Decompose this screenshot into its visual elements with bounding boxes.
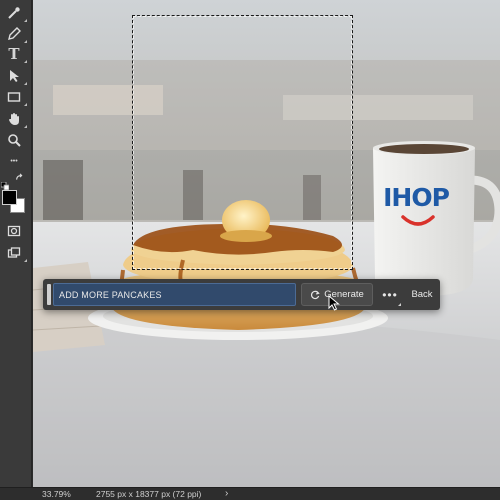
status-info-arrow-icon[interactable]: › bbox=[225, 488, 228, 499]
pen-icon[interactable] bbox=[5, 25, 27, 43]
type-icon[interactable]: T bbox=[5, 45, 27, 63]
status-bar: 33.79% 2755 px x 18377 px (72 ppi) › bbox=[0, 487, 500, 500]
magic-wand-icon[interactable] bbox=[5, 4, 27, 22]
swap-colors-icon[interactable] bbox=[14, 172, 26, 184]
more-options-icon: ••• bbox=[382, 287, 398, 302]
default-colors-icon[interactable] bbox=[0, 177, 10, 191]
rectangle-icon[interactable] bbox=[5, 88, 27, 106]
more-options-caret-icon bbox=[398, 303, 401, 306]
selection-marquee[interactable] bbox=[132, 15, 353, 270]
task-bar-drag-handle[interactable] bbox=[47, 284, 51, 305]
back-button-label: Back bbox=[411, 289, 433, 300]
generate-refresh-icon bbox=[311, 290, 320, 299]
move-arrow-icon[interactable] bbox=[5, 67, 27, 85]
more-tools-icon[interactable]: ••• bbox=[5, 152, 23, 170]
tools-panel: T ••• bbox=[0, 0, 32, 487]
more-tools-glyph: ••• bbox=[10, 157, 18, 165]
mouse-cursor-icon bbox=[328, 295, 340, 311]
photoshop-window: IHOP T ••• ADD MORE PANCAKES Generate ••… bbox=[0, 0, 500, 500]
quick-mask-icon[interactable] bbox=[5, 222, 23, 240]
zoom-level[interactable]: 33.79% bbox=[42, 489, 71, 499]
mug-logo: IHOP bbox=[376, 183, 456, 212]
more-options-button[interactable]: ••• bbox=[380, 283, 400, 306]
mug-smile bbox=[401, 215, 435, 226]
type-icon-glyph: T bbox=[8, 45, 20, 63]
zoom-icon[interactable] bbox=[5, 131, 23, 149]
screen-mode-icon[interactable] bbox=[5, 244, 27, 262]
generative-fill-prompt-input[interactable] bbox=[53, 283, 296, 306]
document-dimensions: 2755 px x 18377 px (72 ppi) bbox=[96, 489, 202, 499]
foreground-color-swatch[interactable] bbox=[2, 190, 17, 205]
hand-icon[interactable] bbox=[5, 110, 27, 128]
mug-logo-text: IHOP bbox=[383, 183, 450, 212]
back-button[interactable]: Back bbox=[408, 283, 436, 306]
